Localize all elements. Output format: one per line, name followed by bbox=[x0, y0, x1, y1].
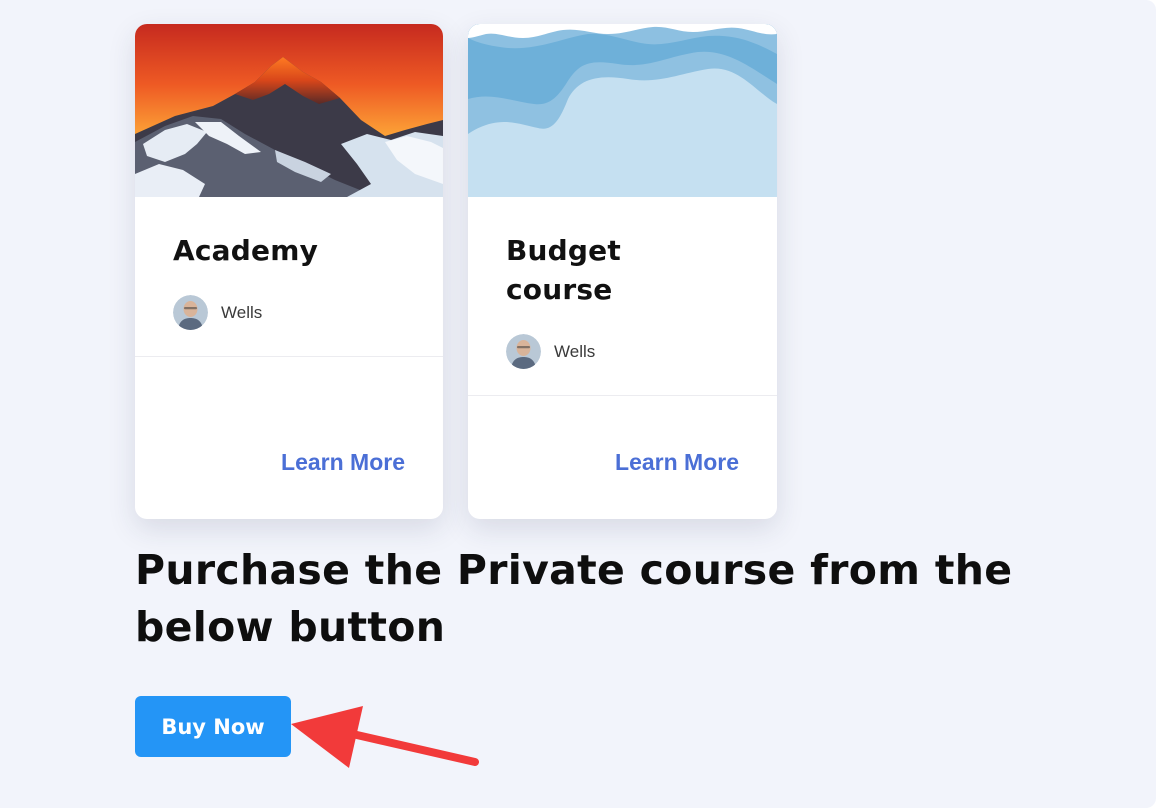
course-card-budget[interactable]: Budget course Wells Learn More bbox=[468, 24, 777, 519]
learn-more-link[interactable]: Learn More bbox=[281, 449, 405, 476]
arrow-icon bbox=[291, 706, 479, 768]
buy-now-button[interactable]: Buy Now bbox=[135, 696, 291, 757]
card-title[interactable]: Academy bbox=[173, 231, 393, 270]
page: Academy Wells Learn More Budget course W… bbox=[0, 0, 1156, 808]
author-name: Wells bbox=[221, 302, 263, 322]
author-avatar bbox=[506, 334, 541, 369]
learn-more-link[interactable]: Learn More bbox=[615, 449, 739, 476]
card-author: Wells bbox=[506, 334, 595, 369]
card-title[interactable]: Budget course bbox=[506, 231, 656, 309]
blue-waves-image[interactable] bbox=[468, 24, 777, 197]
card-divider bbox=[468, 395, 777, 396]
course-card-academy[interactable]: Academy Wells Learn More bbox=[135, 24, 443, 519]
author-avatar bbox=[173, 295, 208, 330]
card-divider bbox=[135, 356, 443, 357]
card-author: Wells bbox=[173, 295, 262, 330]
purchase-headline: Purchase the Private course from the bel… bbox=[135, 546, 1013, 651]
mountain-sunset-image[interactable] bbox=[135, 24, 443, 197]
author-name: Wells bbox=[554, 341, 596, 361]
